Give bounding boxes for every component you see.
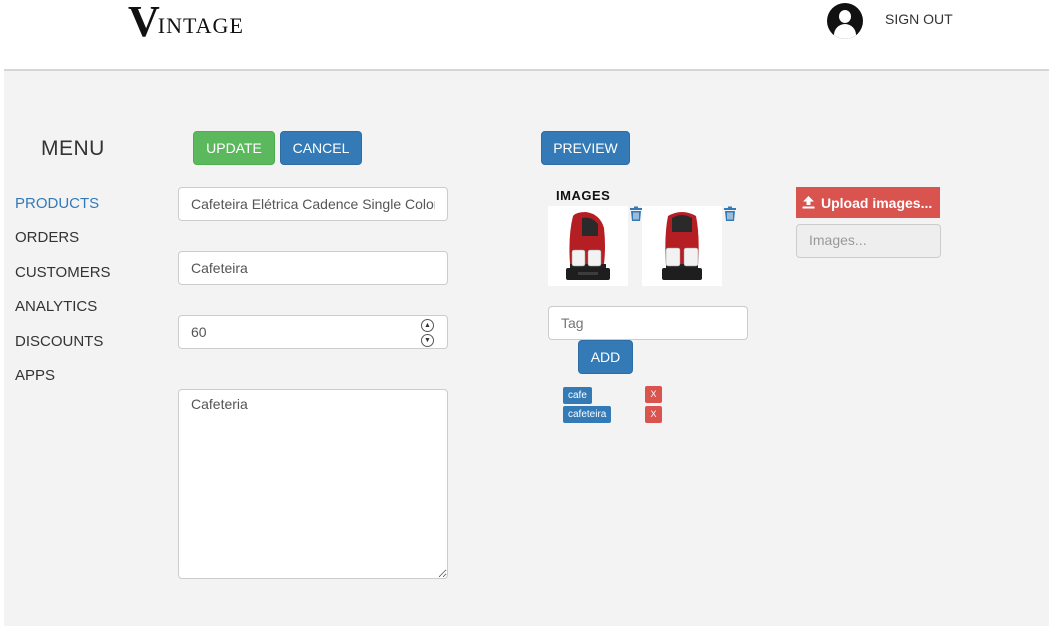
- tag-badge-cafe: cafe: [563, 387, 592, 404]
- logo-text: INTAGE: [157, 13, 244, 38]
- sidebar-item-products[interactable]: PRODUCTS: [15, 195, 99, 212]
- top-header: V INTAGE SIGN OUT: [0, 0, 1059, 70]
- menu-title: MENU: [41, 137, 105, 160]
- sidebar-item-orders[interactable]: ORDERS: [15, 229, 79, 246]
- sidebar-item-discounts[interactable]: DISCOUNTS: [15, 333, 103, 350]
- sidebar-item-analytics[interactable]: ANALYTICS: [15, 298, 97, 315]
- logo-initial: V: [128, 0, 160, 46]
- price-input[interactable]: [178, 315, 448, 349]
- upload-images-button[interactable]: Upload images...: [796, 187, 940, 218]
- description-textarea[interactable]: Cafeteria: [178, 389, 448, 579]
- vintage-logo[interactable]: V INTAGE: [128, 0, 244, 46]
- stepper-up-icon[interactable]: ▲: [421, 319, 434, 332]
- remove-tag-cafe-button[interactable]: X: [645, 386, 662, 403]
- sidebar-item-customers[interactable]: CUSTOMERS: [15, 264, 111, 281]
- images-file-field[interactable]: Images...: [796, 224, 941, 258]
- images-label: IMAGES: [556, 188, 611, 203]
- preview-button[interactable]: PREVIEW: [541, 131, 630, 165]
- delete-image-2-icon[interactable]: [722, 206, 738, 222]
- user-avatar-icon[interactable]: [827, 3, 863, 39]
- tag-input[interactable]: [548, 306, 748, 340]
- sign-out-link[interactable]: SIGN OUT: [885, 11, 953, 27]
- price-stepper[interactable]: ▲ ▼: [421, 319, 434, 347]
- upload-icon: [802, 196, 815, 209]
- update-button[interactable]: UPDATE: [193, 131, 275, 165]
- product-name-input[interactable]: [178, 187, 448, 221]
- stepper-down-icon[interactable]: ▼: [421, 334, 434, 347]
- product-image-2[interactable]: [642, 206, 722, 286]
- cancel-button[interactable]: CANCEL: [280, 131, 362, 165]
- add-tag-button[interactable]: ADD: [578, 340, 633, 374]
- main-panel: [4, 71, 1049, 626]
- tag-badge-cafeteira: cafeteira: [563, 406, 612, 423]
- product-image-1[interactable]: [548, 206, 628, 286]
- product-type-input[interactable]: [178, 251, 448, 285]
- remove-tag-cafeteira-button[interactable]: X: [645, 406, 662, 423]
- upload-images-label: Upload images...: [821, 194, 933, 211]
- sidebar-item-apps[interactable]: APPS: [15, 367, 55, 384]
